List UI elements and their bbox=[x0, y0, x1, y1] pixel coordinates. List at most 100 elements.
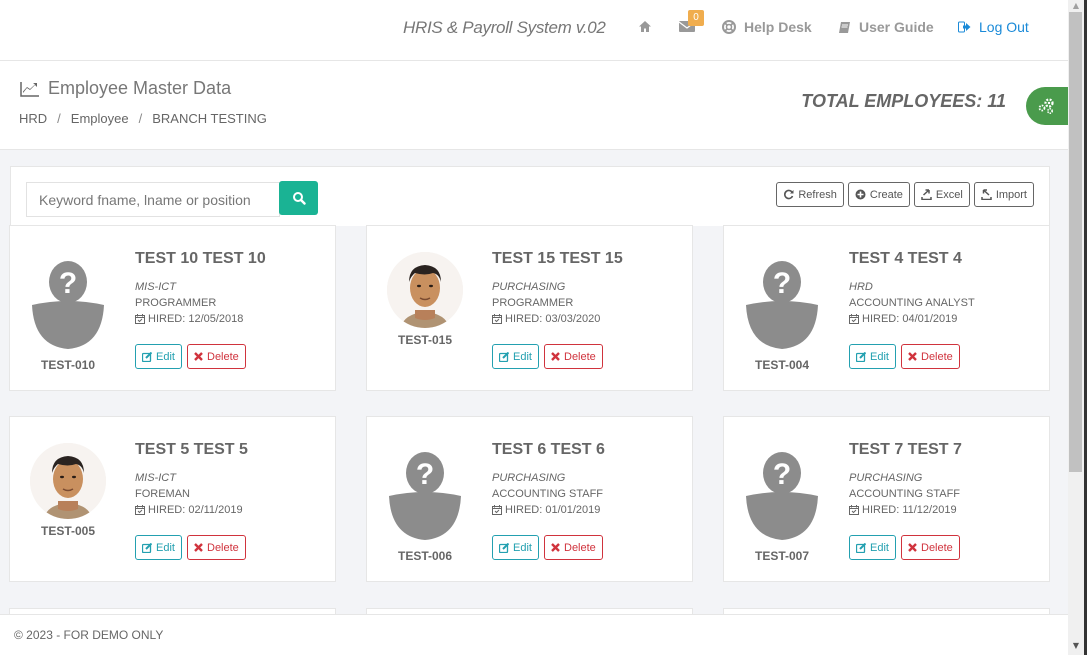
employee-card: ? TEST-006 TEST 6 TEST 6 PURCHASING ACCOUNTI… bbox=[366, 416, 693, 582]
calendar-check-icon bbox=[492, 314, 502, 324]
scroll-up-arrow[interactable]: ▲ bbox=[1068, 0, 1084, 12]
edit-button[interactable]: Edit bbox=[492, 344, 539, 369]
edit-label: Edit bbox=[513, 350, 532, 363]
employee-card: ? TEST-007 TEST 7 TEST 7 PURCHASING ACCOUNTI… bbox=[723, 416, 1050, 582]
calendar-check-icon bbox=[135, 505, 145, 515]
create-button[interactable]: Create bbox=[847, 182, 910, 207]
employee-position: PROGRAMMER bbox=[135, 297, 217, 309]
hired-date-text: HIRED: 04/01/2019 bbox=[862, 313, 958, 325]
employee-position: ACCOUNTING STAFF bbox=[849, 488, 961, 500]
delete-button[interactable]: Delete bbox=[544, 535, 603, 560]
close-icon bbox=[194, 352, 203, 361]
delete-button[interactable]: Delete bbox=[901, 344, 960, 369]
employee-hired-date: HIRED: 12/05/2018 bbox=[135, 313, 243, 325]
breadcrumb-item-branch: BRANCH TESTING bbox=[152, 111, 267, 126]
employee-code: TEST-005 bbox=[40, 524, 96, 538]
edit-button[interactable]: Edit bbox=[849, 344, 896, 369]
employee-hired-date: HIRED: 11/12/2019 bbox=[849, 504, 957, 516]
employee-position: PROGRAMMER bbox=[492, 297, 574, 309]
sign-out-icon bbox=[958, 21, 971, 33]
page-viewport: HRIS & Payroll System v.02 0 Help Desk U… bbox=[0, 0, 1068, 655]
settings-button[interactable] bbox=[1026, 87, 1068, 125]
employee-avatar[interactable]: ? bbox=[30, 260, 106, 360]
scroll-down-arrow[interactable]: ▼ bbox=[1068, 640, 1084, 652]
employee-position: ACCOUNTING STAFF bbox=[492, 488, 604, 500]
employee-department: PURCHASING bbox=[849, 472, 923, 484]
close-icon bbox=[908, 543, 917, 552]
calendar-check-icon bbox=[849, 505, 859, 515]
breadcrumb-separator: / bbox=[57, 111, 61, 126]
edit-icon bbox=[142, 351, 152, 362]
help-desk-link[interactable]: Help Desk bbox=[722, 19, 812, 35]
line-chart-icon bbox=[20, 81, 39, 97]
employee-name: TEST 15 TEST 15 bbox=[492, 250, 623, 267]
hired-date-text: HIRED: 12/05/2018 bbox=[148, 313, 244, 325]
toolbar: Refresh Create Excel Import bbox=[776, 182, 1034, 207]
search-icon bbox=[292, 192, 306, 205]
employee-code: TEST-006 bbox=[397, 549, 453, 563]
unknown-user-icon: ? bbox=[32, 261, 104, 349]
delete-button[interactable]: Delete bbox=[187, 535, 246, 560]
employee-name: TEST 7 TEST 7 bbox=[849, 441, 962, 458]
edit-label: Edit bbox=[870, 541, 889, 554]
employee-name: TEST 5 TEST 5 bbox=[135, 441, 248, 458]
employee-photo bbox=[30, 443, 106, 519]
employee-card: TEST-005 TEST 5 TEST 5 MIS-ICT FOREMAN HIRED… bbox=[9, 416, 336, 582]
employee-position: FOREMAN bbox=[135, 488, 190, 500]
hired-date-text: HIRED: 11/12/2019 bbox=[862, 504, 957, 516]
edit-button[interactable]: Edit bbox=[135, 535, 182, 560]
delete-label: Delete bbox=[921, 541, 953, 554]
edit-icon bbox=[142, 542, 152, 553]
download-icon bbox=[921, 189, 932, 200]
scrollbar-thumb[interactable] bbox=[1069, 12, 1082, 472]
breadcrumb-item-employee[interactable]: Employee bbox=[71, 111, 129, 126]
svg-text:?: ? bbox=[416, 458, 434, 491]
delete-button[interactable]: Delete bbox=[901, 535, 960, 560]
logout-link[interactable]: Log Out bbox=[958, 19, 1029, 35]
user-guide-link[interactable]: User Guide bbox=[838, 19, 934, 35]
unknown-user-icon: ? bbox=[746, 452, 818, 540]
employee-hired-date: HIRED: 04/01/2019 bbox=[849, 313, 957, 325]
page-title-text: Employee Master Data bbox=[48, 78, 232, 98]
unknown-user-icon: ? bbox=[746, 261, 818, 349]
close-icon bbox=[551, 352, 560, 361]
edit-icon bbox=[856, 351, 866, 362]
excel-button[interactable]: Excel bbox=[913, 182, 970, 207]
employee-avatar[interactable]: ? bbox=[744, 260, 820, 360]
employee-hired-date: HIRED: 02/11/2019 bbox=[135, 504, 243, 516]
import-button[interactable]: Import bbox=[973, 182, 1034, 207]
close-icon bbox=[908, 352, 917, 361]
delete-button[interactable]: Delete bbox=[187, 344, 246, 369]
employee-card: ? TEST-010 TEST 10 TEST 10 MIS-ICT PROGRAMME… bbox=[9, 225, 336, 391]
unknown-user-icon: ? bbox=[389, 452, 461, 540]
employee-department: HRD bbox=[849, 281, 873, 293]
plus-circle-icon bbox=[855, 189, 866, 200]
edit-label: Edit bbox=[870, 350, 889, 363]
breadcrumb-item-hrd[interactable]: HRD bbox=[19, 111, 47, 126]
svg-text:?: ? bbox=[773, 458, 791, 491]
edit-icon bbox=[499, 351, 509, 362]
employee-panel: Refresh Create Excel Import bbox=[10, 166, 1050, 226]
employee-code: TEST-015 bbox=[397, 333, 453, 347]
search-button[interactable] bbox=[279, 181, 318, 215]
edit-button[interactable]: Edit bbox=[135, 344, 182, 369]
delete-button[interactable]: Delete bbox=[544, 344, 603, 369]
search-input[interactable] bbox=[26, 182, 280, 217]
edit-button[interactable]: Edit bbox=[492, 535, 539, 560]
delete-label: Delete bbox=[564, 350, 596, 363]
refresh-button[interactable]: Refresh bbox=[776, 182, 844, 207]
employee-avatar[interactable]: ? bbox=[744, 451, 820, 551]
edit-label: Edit bbox=[156, 350, 175, 363]
employee-avatar[interactable]: ? bbox=[387, 451, 463, 551]
hired-date-text: HIRED: 03/03/2020 bbox=[505, 313, 601, 325]
employee-name: TEST 10 TEST 10 bbox=[135, 250, 266, 267]
employee-code: TEST-004 bbox=[754, 358, 810, 372]
breadcrumb: HRD / Employee / BRANCH TESTING bbox=[19, 111, 267, 126]
employee-department: MIS-ICT bbox=[135, 281, 176, 293]
app-title: HRIS & Payroll System v.02 bbox=[403, 18, 606, 37]
edit-icon bbox=[499, 542, 509, 553]
home-icon[interactable] bbox=[638, 20, 652, 34]
edit-button[interactable]: Edit bbox=[849, 535, 896, 560]
employee-photo bbox=[387, 252, 463, 328]
breadcrumb-separator: / bbox=[138, 111, 143, 126]
